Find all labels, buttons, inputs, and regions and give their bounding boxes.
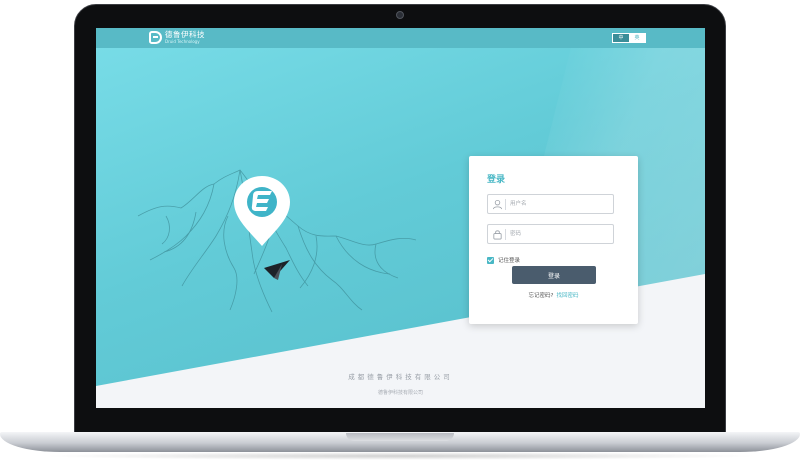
map-pin-icon [234,176,290,246]
lang-chinese-button[interactable]: 中 [613,34,629,42]
brand-logo[interactable]: 德鲁伊科技 Druid Technology [149,31,205,44]
lock-icon [493,230,502,240]
top-bar: 德鲁伊科技 Druid Technology 中 英 [96,28,705,48]
password-input[interactable] [510,227,610,241]
language-switch: 中 英 [612,33,646,43]
remember-login[interactable]: 记住登录 [487,256,520,264]
mountain-illustration [137,169,417,313]
user-icon [492,199,503,210]
forgot-question: 忘记密码? [528,293,554,299]
recover-password-link[interactable]: 找回密码 [556,293,578,299]
login-card: 登录 记住登录 登录 [469,156,638,324]
forgot-password: 忘记密码? 找回密码 [469,291,638,299]
login-screen: 德鲁伊科技 Druid Technology 中 英 登录 用户名 记住登录 登… [96,28,705,408]
company-name: 成都德鲁伊科技有限公司 [348,373,453,381]
password-field[interactable] [487,224,614,244]
login-button[interactable]: 登录 [512,266,596,284]
laptop-notch [346,433,454,441]
remember-checkbox[interactable] [487,256,494,264]
logo-icon [149,31,162,44]
username-input[interactable] [510,197,610,211]
login-title: 登录 [487,175,506,185]
copyright-text: 德鲁伊科技有限公司 [377,390,423,396]
remember-label: 记住登录 [498,258,521,264]
laptop-mockup: 德鲁伊科技 Druid Technology 中 英 登录 用户名 记住登录 登… [0,0,800,464]
brand-name: 德鲁伊科技 [165,30,205,40]
paper-plane-icon [264,260,290,280]
camera-icon [396,11,404,19]
username-field[interactable] [487,194,614,214]
brand-name-en: Druid Technology [165,38,200,44]
lang-english-button[interactable]: 英 [629,34,645,42]
